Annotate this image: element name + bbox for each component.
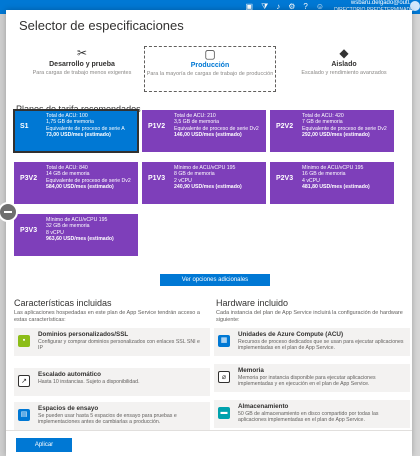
feature-title: Dominios personalizados/SSL <box>38 331 129 338</box>
tier-name: P1V3 <box>148 175 166 182</box>
hardware-title: Memoria <box>238 367 264 374</box>
minus-icon <box>4 211 12 213</box>
tier-price: 963,60 USD/mes (estimado) <box>46 236 114 243</box>
feature-title: Espacios de ensayo <box>38 405 99 412</box>
tier-details: Total de ACU: 420 7 GB de memoria Equiva… <box>302 113 391 139</box>
hardware-desc: Cada instancia del plan de App Service i… <box>216 310 403 323</box>
hardware-memory: ⌀ Memoria Memoria por instancia disponib… <box>214 364 410 392</box>
category-desc: Para cargas de trabajo menos exigentes <box>32 70 132 76</box>
more-options-button[interactable]: Ver opciones adicionales <box>160 274 270 286</box>
tier-details: Mínimo de ACU/vCPU 195 32 GB de memoria … <box>46 217 135 243</box>
tier-price: 292,00 USD/mes (estimado) <box>302 132 370 139</box>
tier-name: P3V3 <box>20 227 38 234</box>
features-desc: Las aplicaciones hospedadas en este plan… <box>14 310 200 323</box>
hardware-acu: ▦ Unidades de Azure Compute (ACU) Recurs… <box>214 328 410 356</box>
hardware-heading: Hardware incluido <box>216 298 289 308</box>
tier-card-p2v3[interactable]: P2V3 Mínimo de ACU/vCPU 195 16 GB de mem… <box>270 162 394 204</box>
hardware-desc-text: 50 GB de almacenamiento en disco compart… <box>238 411 379 424</box>
category-desc: Escalado y rendimiento avanzados <box>301 70 387 76</box>
feature-title: Escalado automático <box>38 371 101 378</box>
tier-name: S1 <box>20 123 29 130</box>
tier-name: P3V2 <box>20 175 38 182</box>
background-right <box>412 14 420 456</box>
tier-name: P2V2 <box>276 123 294 130</box>
tier-price: 240,90 USD/mes (estimado) <box>174 184 242 191</box>
feature-desc: Se pueden usar hasta 5 espacios de ensay… <box>38 413 177 426</box>
feature-staging-slots: ▤ Espacios de ensayo Se pueden usar hast… <box>14 402 210 430</box>
dialog-title: Selector de especificaciones <box>19 18 184 33</box>
tools-icon: ✂ <box>76 46 88 60</box>
tier-price: 73,00 USD/mes (estimado) <box>46 132 111 139</box>
feature-autoscale: ↗ Escalado automático Hasta 10 instancia… <box>14 368 210 396</box>
tier-price: 146,00 USD/mes (estimado) <box>174 132 242 139</box>
category-isolated[interactable]: ◆ Aislado Escalado y rendimiento avanzad… <box>278 46 410 92</box>
dialog-footer: Aplicar <box>6 430 412 456</box>
memory-icon: ⌀ <box>218 371 230 383</box>
category-name: Producción <box>190 62 230 69</box>
category-devtest[interactable]: ✂ Desarrollo y prueba Para cargas de tra… <box>16 46 148 92</box>
category-name: Desarrollo y prueba <box>49 61 115 68</box>
tier-name: P1V2 <box>148 123 166 130</box>
tier-price: 481,80 USD/mes (estimado) <box>302 184 370 191</box>
tier-details: Mínimo de ACU/vCPU 195 8 GB de memoria 2… <box>174 165 263 191</box>
features-heading: Características incluidas <box>14 298 112 308</box>
tier-card-s1[interactable]: S1 Total de ACU: 100 1,75 GB de memoria … <box>13 109 139 153</box>
tier-card-p2v2[interactable]: P2V2 Total de ACU: 420 7 GB de memoria E… <box>270 110 394 152</box>
production-icon: ▢ <box>204 47 216 61</box>
autoscale-icon: ↗ <box>18 375 30 387</box>
category-production[interactable]: ▢ Producción Para la mayoría de cargas d… <box>144 46 276 92</box>
hardware-title: Unidades de Azure Compute (ACU) <box>238 331 344 338</box>
slots-icon: ▤ <box>18 409 30 421</box>
tier-details: Mínimo de ACU/vCPU 195 16 GB de memoria … <box>302 165 391 191</box>
category-name: Aislado <box>331 61 357 68</box>
hardware-desc-text: Recursos de proceso dedicados que se usa… <box>238 339 404 352</box>
domain-icon: ▪ <box>18 335 30 347</box>
tier-name: P2V3 <box>276 175 294 182</box>
tier-price: 584,00 USD/mes (estimado) <box>46 184 114 191</box>
apply-button[interactable]: Aplicar <box>16 438 72 452</box>
feature-desc: Hasta 10 instancias. Sujeto a disponibil… <box>38 379 140 385</box>
tier-details: Total de ACU: 840 14 GB de memoria Equiv… <box>46 165 135 191</box>
account-email: wsbaru.delgado@outl... <box>350 0 414 6</box>
hardware-desc-text: Memoria por instancia disponible para ej… <box>238 375 376 388</box>
compute-icon: ▦ <box>218 335 230 347</box>
storage-icon: ▬ <box>218 407 230 419</box>
tier-card-p1v3[interactable]: P1V3 Mínimo de ACU/vCPU 195 8 GB de memo… <box>142 162 266 204</box>
tier-details: Total de ACU: 210 3,5 GB de memoria Equi… <box>174 113 263 139</box>
tier-card-p3v3[interactable]: P3V3 Mínimo de ACU/vCPU 195 32 GB de mem… <box>14 214 138 256</box>
tier-card-p1v2[interactable]: P1V2 Total de ACU: 210 3,5 GB de memoria… <box>142 110 266 152</box>
tier-details: Total de ACU: 100 1,75 GB de memoria Equ… <box>46 113 135 139</box>
hardware-title: Almacenamiento <box>238 403 289 410</box>
tier-card-p3v2[interactable]: P3V2 Total de ACU: 840 14 GB de memoria … <box>14 162 138 204</box>
spec-picker-dialog: Selector de especificaciones ✂ Desarroll… <box>6 10 412 456</box>
hardware-storage: ▬ Almacenamiento 50 GB de almacenamiento… <box>214 400 410 428</box>
category-desc: Para la mayoría de cargas de trabajo de … <box>146 71 274 77</box>
feature-desc: Configurar y comprar dominios personaliz… <box>38 339 200 352</box>
feature-custom-domains: ▪ Dominios personalizados/SSL Configurar… <box>14 328 210 356</box>
isolated-icon: ◆ <box>339 46 349 60</box>
